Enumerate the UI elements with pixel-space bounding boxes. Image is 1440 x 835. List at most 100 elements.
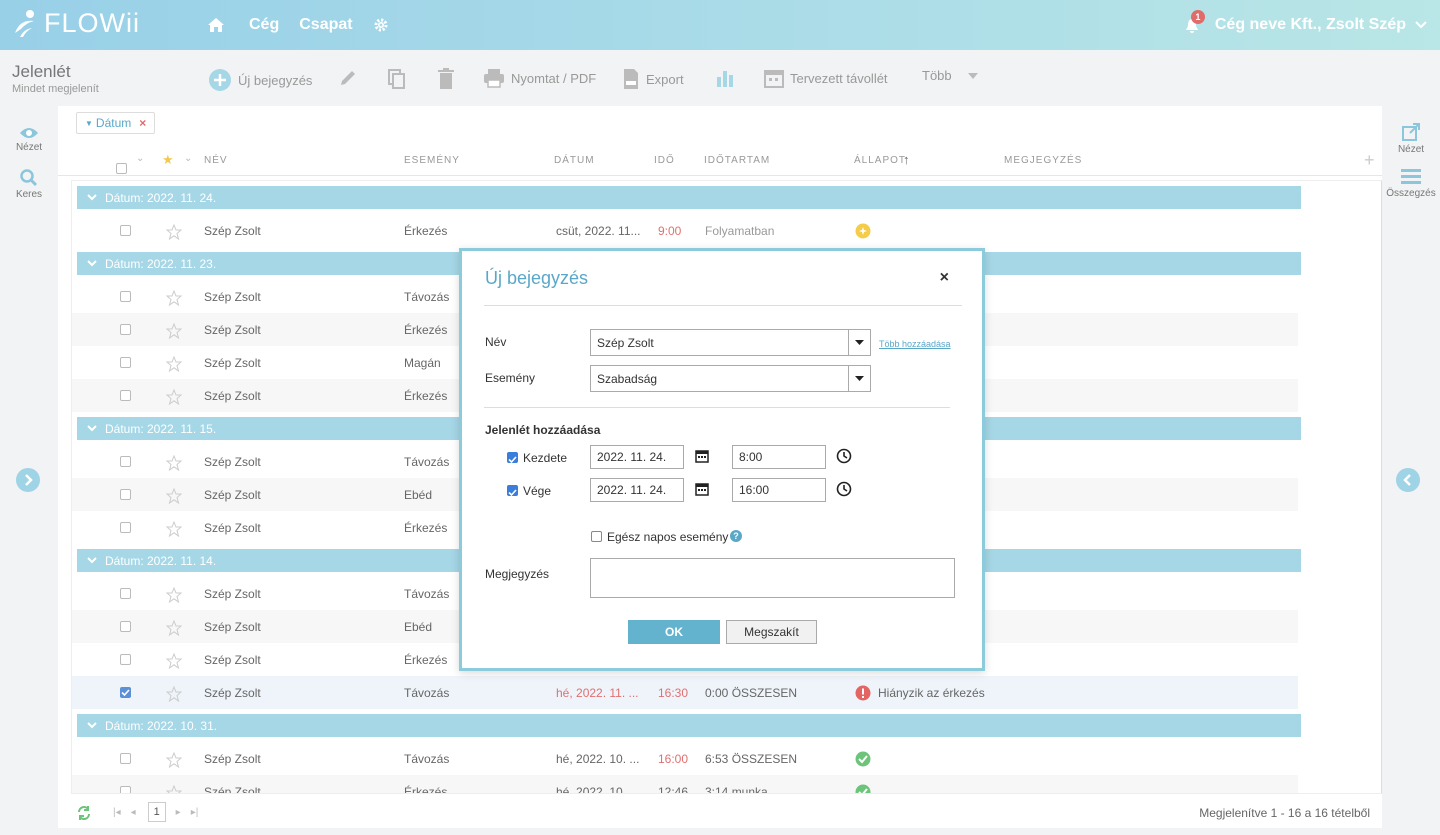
col-date[interactable]: DÁTUM bbox=[554, 155, 595, 166]
row-checkbox[interactable] bbox=[120, 753, 131, 764]
row-checkbox[interactable] bbox=[120, 588, 131, 599]
right-rail: Nézet Összegzés bbox=[1382, 106, 1440, 835]
edit-button[interactable] bbox=[338, 68, 364, 88]
close-icon[interactable]: × bbox=[940, 269, 949, 287]
nav-team[interactable]: Csapat bbox=[299, 16, 352, 34]
star-icon[interactable] bbox=[165, 685, 183, 705]
star-icon[interactable] bbox=[165, 223, 183, 243]
star-icon[interactable] bbox=[165, 784, 183, 793]
star-icon[interactable] bbox=[165, 289, 183, 309]
remove-filter-icon[interactable]: × bbox=[139, 116, 146, 130]
right-summary-button[interactable]: Összegzés bbox=[1382, 168, 1440, 199]
col-name[interactable]: NÉV bbox=[204, 155, 228, 166]
page-number-input[interactable]: 1 bbox=[147, 802, 166, 822]
left-search-button[interactable]: Keres bbox=[0, 169, 58, 200]
all-day-checkbox[interactable] bbox=[591, 531, 602, 542]
user-menu[interactable]: 1 Cég neve Kft., Zsolt Szép bbox=[1185, 0, 1428, 50]
note-textarea[interactable] bbox=[590, 558, 955, 598]
expand-right-button[interactable] bbox=[1396, 468, 1420, 492]
row-checkbox[interactable] bbox=[120, 324, 131, 335]
last-page-icon[interactable]: ▸| bbox=[191, 807, 199, 818]
export-button[interactable]: Export bbox=[622, 68, 684, 90]
row-checkbox[interactable] bbox=[120, 621, 131, 632]
row-checkbox[interactable] bbox=[120, 291, 131, 302]
col-time[interactable]: IDŐ bbox=[654, 155, 675, 166]
start-checkbox[interactable] bbox=[507, 452, 518, 464]
copy-button[interactable] bbox=[387, 68, 413, 90]
favorite-star-icon[interactable]: ★ bbox=[162, 152, 175, 168]
settings-gear-icon[interactable] bbox=[373, 17, 389, 33]
row-checkbox[interactable] bbox=[120, 522, 131, 533]
left-view-button[interactable]: Nézet bbox=[0, 126, 58, 153]
select-menu-chevron-icon[interactable]: ⌄ bbox=[136, 153, 145, 164]
chart-button[interactable] bbox=[715, 68, 741, 88]
calendar-icon[interactable] bbox=[695, 449, 709, 463]
favorite-menu-chevron-icon[interactable]: ⌄ bbox=[184, 153, 193, 164]
end-date-input[interactable]: 2022. 11. 24. bbox=[590, 478, 684, 502]
table-row[interactable]: Szép Zsolt Távozás hé, 2022. 10. ... 16:00 6… bbox=[72, 742, 1298, 775]
row-checkbox[interactable] bbox=[120, 225, 131, 236]
row-checkbox[interactable] bbox=[120, 456, 131, 467]
start-date-input[interactable]: 2022. 11. 24. bbox=[590, 445, 684, 469]
row-checkbox[interactable] bbox=[120, 786, 131, 793]
name-select[interactable]: Szép Zsolt bbox=[590, 329, 871, 356]
end-time-input[interactable]: 16:00 bbox=[732, 478, 826, 502]
col-status[interactable]: ÁLLAPOT bbox=[854, 155, 906, 166]
help-icon[interactable]: ? bbox=[730, 530, 742, 542]
star-icon[interactable] bbox=[165, 751, 183, 771]
calendar-icon[interactable] bbox=[695, 482, 709, 496]
table-row[interactable]: Szép Zsolt Érkezés hé, 2022. 10. ... 12:46 3… bbox=[72, 775, 1298, 793]
delete-button[interactable] bbox=[437, 68, 461, 90]
planned-absence-button[interactable]: Tervezett távollét bbox=[764, 68, 888, 88]
right-view-button[interactable]: Nézet bbox=[1382, 122, 1440, 155]
new-entry-button[interactable]: Új bejegyzés bbox=[208, 68, 312, 92]
col-event[interactable]: ESEMÉNY bbox=[404, 155, 460, 166]
group-header[interactable]: Dátum: 2022. 10. 31. bbox=[77, 714, 1301, 737]
page-summary: Megjelenítve 1 - 16 a 16 tételből bbox=[1199, 806, 1370, 820]
all-day-label[interactable]: Egész napos esemény bbox=[607, 530, 728, 544]
row-checkbox[interactable] bbox=[120, 687, 131, 698]
col-note[interactable]: MEGJEGYZÉS bbox=[1004, 155, 1082, 166]
refresh-icon[interactable] bbox=[76, 805, 92, 821]
star-icon[interactable] bbox=[165, 454, 183, 474]
star-icon[interactable] bbox=[165, 520, 183, 540]
star-icon[interactable] bbox=[165, 619, 183, 639]
clock-icon[interactable] bbox=[836, 448, 852, 464]
home-icon[interactable] bbox=[207, 17, 225, 33]
event-select[interactable]: Szabadság bbox=[590, 365, 871, 392]
more-dropdown[interactable]: Több bbox=[922, 68, 984, 83]
pencil-icon bbox=[341, 71, 355, 85]
sort-up-arrow-icon[interactable]: ↑ bbox=[903, 152, 911, 167]
star-icon[interactable] bbox=[165, 355, 183, 375]
clock-icon[interactable] bbox=[836, 481, 852, 497]
print-button[interactable]: Nyomtat / PDF bbox=[483, 68, 596, 88]
start-time-input[interactable]: 8:00 bbox=[732, 445, 826, 469]
flowii-logo[interactable]: FLOWii bbox=[12, 8, 140, 39]
expand-left-button[interactable] bbox=[16, 468, 40, 492]
first-page-icon[interactable]: |◂ bbox=[113, 807, 121, 818]
ok-button[interactable]: OK bbox=[628, 620, 720, 644]
date-filter-chip[interactable]: ▼ Dátum × bbox=[76, 112, 156, 134]
table-row[interactable]: Szép Zsolt Távozás hé, 2022. 11. ... 16:30 0… bbox=[72, 676, 1298, 709]
star-icon[interactable] bbox=[165, 487, 183, 507]
bell-icon[interactable]: 1 bbox=[1185, 10, 1205, 34]
page-subtitle[interactable]: Mindet megjelenít bbox=[12, 83, 99, 95]
end-checkbox[interactable] bbox=[507, 485, 518, 497]
star-icon[interactable] bbox=[165, 652, 183, 672]
cancel-button[interactable]: Megszakít bbox=[726, 620, 817, 644]
row-checkbox[interactable] bbox=[120, 357, 131, 368]
row-checkbox[interactable] bbox=[120, 390, 131, 401]
star-icon[interactable] bbox=[165, 388, 183, 408]
row-checkbox[interactable] bbox=[120, 489, 131, 500]
group-header[interactable]: Dátum: 2022. 11. 24. bbox=[77, 186, 1301, 209]
table-row[interactable]: Szép Zsolt Érkezés csüt, 2022. 11... 9:00 Fo… bbox=[72, 214, 1298, 247]
next-page-icon[interactable]: ▸ bbox=[176, 807, 181, 818]
nav-company[interactable]: Cég bbox=[249, 16, 279, 34]
star-icon[interactable] bbox=[165, 322, 183, 342]
add-more-link[interactable]: Több hozzáadása bbox=[879, 339, 951, 349]
row-checkbox[interactable] bbox=[120, 654, 131, 665]
star-icon[interactable] bbox=[165, 586, 183, 606]
col-duration[interactable]: IDŐTARTAM bbox=[704, 155, 770, 166]
prev-page-icon[interactable]: ◂ bbox=[131, 807, 136, 818]
add-column-plus-icon[interactable]: + bbox=[1364, 150, 1376, 171]
